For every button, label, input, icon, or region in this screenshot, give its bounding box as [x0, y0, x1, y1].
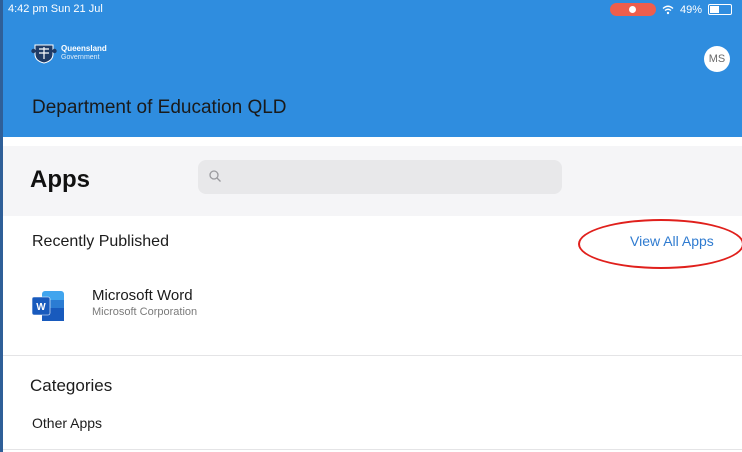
divider	[3, 355, 742, 356]
apps-search-bar: Apps	[3, 146, 742, 216]
organization-title: Department of Education QLD	[32, 97, 287, 118]
screen-recording-icon	[609, 3, 656, 16]
search-icon	[209, 170, 221, 182]
app-name: Microsoft Word	[92, 287, 193, 304]
microsoft-word-icon: W	[31, 291, 64, 321]
status-indicators: 49%	[609, 3, 732, 16]
header-bar: 4:42 pm Sun 21 Jul 49% Queensland Govern…	[3, 0, 742, 137]
section-title-categories: Categories	[30, 376, 113, 395]
list-item[interactable]: W Microsoft Word Microsoft Corporation	[30, 286, 730, 326]
search-input[interactable]	[198, 160, 562, 194]
wifi-icon	[662, 5, 674, 14]
queensland-government-logo: Queensland Government	[31, 42, 107, 64]
app-window: 4:42 pm Sun 21 Jul 49% Queensland Govern…	[3, 0, 742, 452]
crest-icon	[31, 44, 57, 64]
page-title: Apps	[30, 166, 90, 193]
logo-line2: Government	[61, 54, 100, 61]
avatar[interactable]: MS	[704, 46, 730, 72]
app-vendor: Microsoft Corporation	[92, 306, 198, 318]
divider	[3, 449, 742, 450]
logo-line1: Queensland	[61, 44, 107, 53]
section-title-recently-published: Recently Published	[32, 233, 169, 250]
category-item-other-apps[interactable]: Other Apps	[32, 415, 102, 431]
svg-text:W: W	[36, 302, 46, 313]
view-all-apps-link[interactable]: View All Apps	[630, 233, 714, 249]
battery-icon	[708, 4, 732, 15]
battery-percent: 49%	[679, 3, 702, 16]
status-time-date: 4:42 pm Sun 21 Jul	[8, 3, 103, 15]
